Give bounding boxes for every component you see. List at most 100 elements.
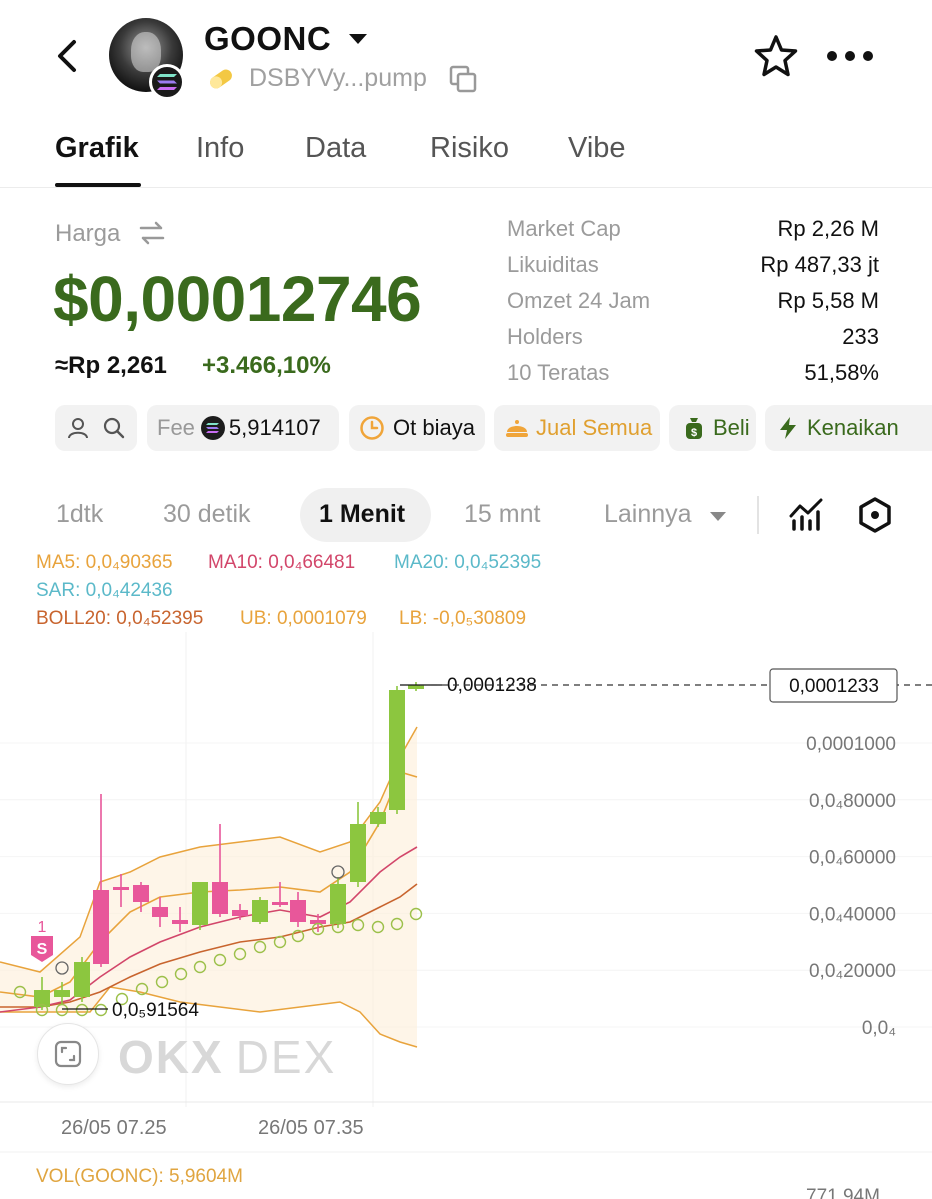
candle-body (133, 885, 149, 902)
token-address: DSBYVy...pump (249, 64, 427, 92)
candle-body (232, 910, 248, 916)
candle-body (252, 900, 268, 922)
timeframe-more[interactable]: Lainnya (604, 500, 692, 529)
svg-text:$: $ (691, 427, 697, 439)
sell-all-chip[interactable]: Jual Semua (494, 405, 660, 451)
pump-pill-icon (210, 69, 232, 89)
header: GOONC DSBYVy...pump (0, 0, 932, 120)
boll-value: BOLL20: 0,0₄52395 (36, 608, 204, 629)
y-axis-label: 0,0₄20000 (809, 961, 896, 982)
tab-risiko[interactable]: Risiko (430, 132, 509, 165)
more-options-icon[interactable] (825, 50, 875, 64)
candle-body (290, 900, 306, 922)
fee-value: 5,914107 (228, 415, 321, 440)
lb-value: LB: -0,0₅30809 (399, 608, 527, 629)
sell-count-label: 1 (38, 919, 47, 936)
indicator-icon[interactable] (788, 496, 824, 532)
fee-chip[interactable]: Fee 5,914107 (147, 405, 339, 451)
ub-value: UB: 0,0001079 (240, 608, 367, 629)
price-idr: ≈Rp 2,261 (55, 352, 167, 379)
ma10-value: MA10: 0,0₄66481 (208, 552, 356, 573)
stat-label: 10 Teratas (507, 360, 610, 385)
search-icon (103, 417, 125, 439)
back-arrow-icon[interactable] (50, 36, 86, 76)
sell-all-label: Jual Semua (536, 415, 653, 440)
stat-label: Market Cap (507, 216, 621, 241)
candle-body (74, 962, 90, 997)
active-tab-indicator (55, 183, 141, 187)
x-axis-label: 26/05 07.25 (61, 1117, 167, 1139)
y-axis-label: 0,0₄40000 (809, 904, 896, 925)
candle-body (330, 884, 346, 924)
fullscreen-button[interactable] (37, 1023, 99, 1085)
candle-body (93, 890, 109, 964)
tab-grafik[interactable]: Grafik (55, 132, 139, 165)
divider (757, 496, 759, 534)
candle-body (212, 882, 228, 914)
tab-info[interactable]: Info (196, 132, 244, 165)
settings-hexagon-icon[interactable] (857, 496, 893, 534)
ma20-value: MA20: 0,0₄52395 (394, 552, 542, 573)
stat-value: 51,58% (804, 360, 879, 385)
candlestick-chart: 0,00012380,0₅915640,00012330,00010000,0₄… (0, 632, 932, 1153)
user-icon (68, 418, 88, 439)
stat-top10: 10 Teratas 51,58% (507, 358, 879, 394)
stat-label: Omzet 24 Jam (507, 288, 651, 313)
candle-body (172, 920, 188, 924)
y-axis-label: 0,0₄80000 (809, 791, 896, 812)
sar-value: SAR: 0,0₄42436 (36, 580, 173, 601)
timeframe-1s[interactable]: 1dtk (56, 500, 103, 529)
token-avatar (109, 18, 185, 100)
solana-chain-icon (149, 64, 185, 100)
stat-label: Holders (507, 324, 583, 349)
stat-value: Rp 5,58 M (777, 288, 880, 313)
lightning-icon (780, 417, 796, 439)
stat-value: 233 (842, 324, 879, 349)
timeframe-30s[interactable]: 30 detik (163, 500, 251, 529)
favorite-star-icon[interactable] (753, 33, 799, 79)
money-bag-icon: $ (686, 418, 702, 439)
fee-label: Fee (157, 415, 195, 440)
y-axis-label: 0,0₄60000 (809, 848, 896, 869)
watermark-dex: DEX (235, 1031, 337, 1083)
timeframe-1m[interactable]: 1 Menit (319, 500, 405, 529)
current-price-label: 0,0001233 (789, 676, 879, 697)
expand-icon (54, 1040, 82, 1068)
candle-body (389, 690, 405, 810)
stat-value: Rp 487,33 jt (760, 252, 879, 277)
volume-label: VOL(GOONC): 5,9604M (36, 1166, 243, 1187)
y-axis-label: 0,0₄ (862, 1018, 896, 1039)
clock-icon (360, 416, 384, 440)
tab-data[interactable]: Data (305, 132, 366, 165)
candle-body (192, 882, 208, 925)
tab-vibe[interactable]: Vibe (568, 132, 626, 165)
copy-icon[interactable] (448, 64, 478, 94)
stat-label: Likuiditas (507, 252, 599, 277)
token-switch-caret-icon[interactable] (349, 34, 367, 44)
buy-chip[interactable]: $ Beli (669, 405, 756, 451)
price-chart[interactable]: 0,0001238 0,0₅91564 0,0001233 0,0001000 0,0₄… (0, 552, 932, 1199)
main-tabs: Grafik Info Data Risiko Vibe (0, 126, 932, 188)
chevron-down-icon[interactable] (710, 512, 726, 521)
sell-bell-icon (506, 420, 528, 437)
stat-value: Rp 2,26 M (777, 216, 880, 241)
candle-body (370, 812, 386, 824)
wallet-search-chip[interactable] (55, 405, 137, 451)
timeframe-15m[interactable]: 15 mnt (464, 500, 540, 529)
candle-body (152, 907, 168, 917)
candle-body (272, 902, 288, 905)
volume-axis-value: 771,94M (806, 1186, 880, 1199)
ot-biaya-label: Ot biaya (393, 415, 475, 440)
swap-currency-icon[interactable] (138, 220, 166, 246)
price-change: +3.466,10% (202, 352, 331, 379)
low-marker-label: 0,0₅91564 (112, 1000, 199, 1021)
sar-dot (94, 1003, 108, 1017)
buy-label: Beli (713, 415, 750, 440)
ot-biaya-chip[interactable]: Ot biaya (349, 405, 485, 451)
price-label: Harga (55, 220, 121, 247)
token-name[interactable]: GOONC (204, 20, 331, 58)
y-axis-label: 0,0001000 (806, 734, 896, 755)
stat-holders: Holders 233 (507, 322, 879, 358)
rise-chip[interactable]: Kenaikan (765, 405, 932, 451)
stat-market-cap: Market Cap Rp 2,26 M (507, 214, 879, 250)
